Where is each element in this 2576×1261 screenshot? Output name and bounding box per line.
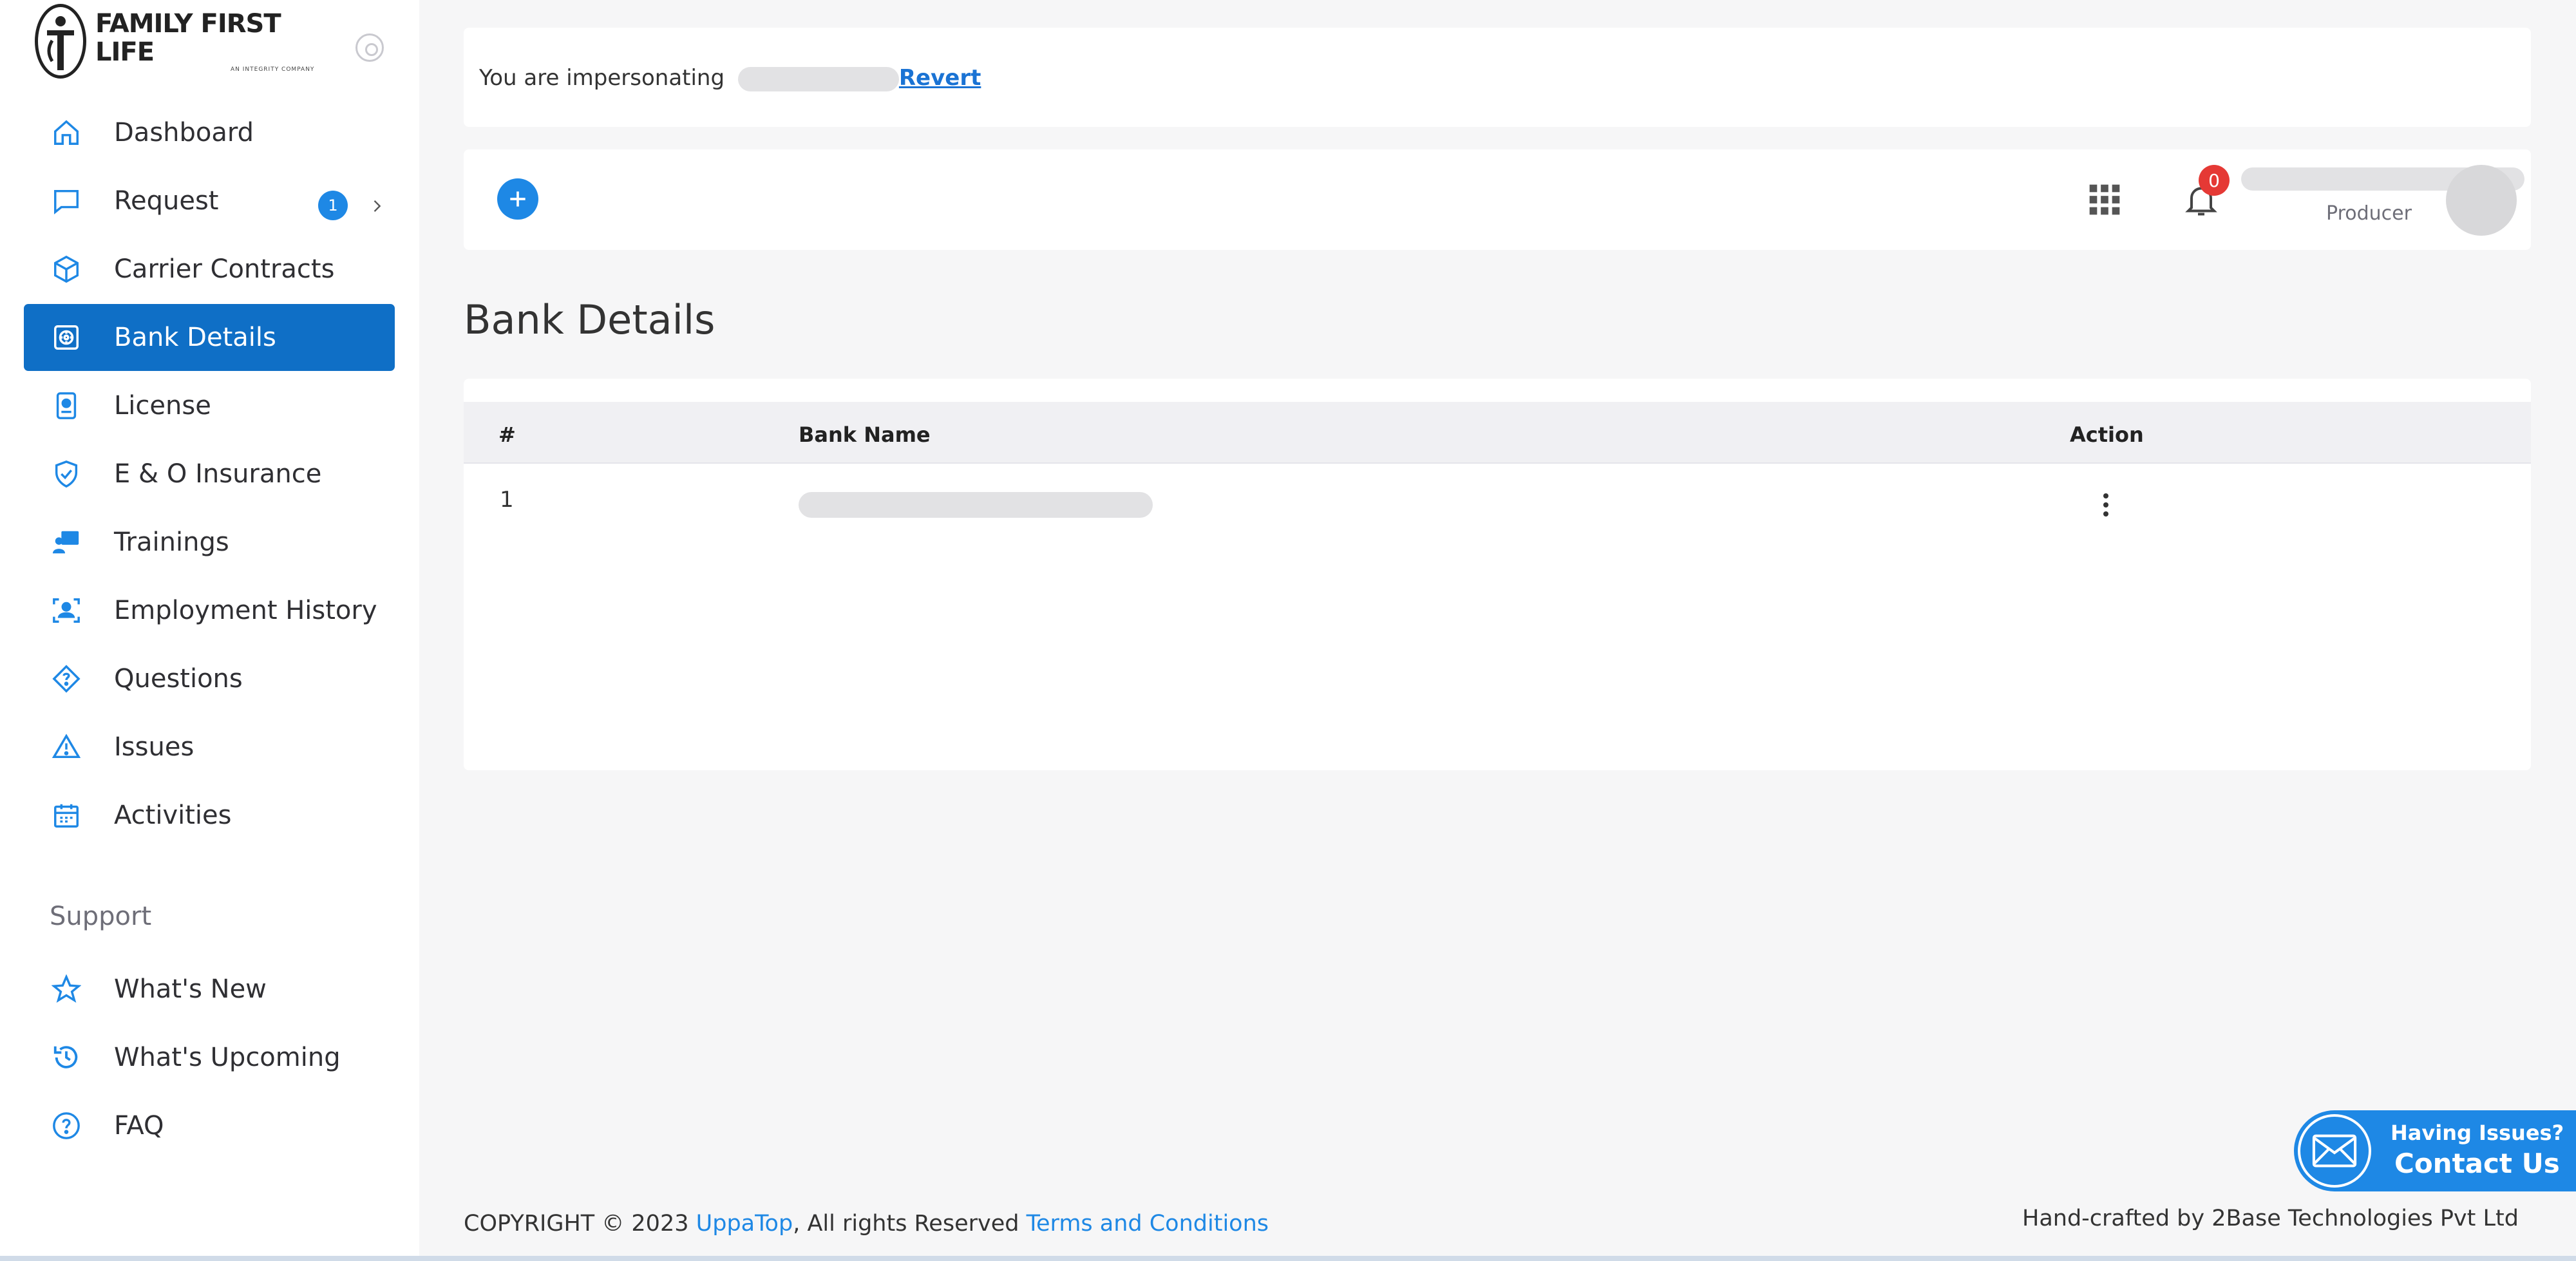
- mail-icon: [2298, 1114, 2371, 1188]
- sidebar-item-label: Activities: [114, 801, 232, 830]
- sidebar-item-questions[interactable]: Questions: [24, 645, 395, 712]
- sidebar-collapse-toggle[interactable]: [355, 33, 384, 62]
- warning-icon: [50, 730, 83, 764]
- calendar-icon: [50, 799, 83, 832]
- sidebar-item-faq[interactable]: FAQ: [24, 1092, 395, 1159]
- sidebar-item-request[interactable]: Request 1: [24, 167, 395, 234]
- sidebar-item-label: Issues: [114, 732, 194, 762]
- question-diamond-icon: [50, 662, 83, 696]
- redacted-username: [737, 66, 899, 91]
- sidebar-item-employment-history[interactable]: Employment History: [24, 577, 395, 644]
- user-role: Producer: [2326, 202, 2412, 225]
- sidebar-item-whats-upcoming[interactable]: What's Upcoming: [24, 1024, 395, 1091]
- home-icon: [50, 116, 83, 149]
- shield-icon: [50, 457, 83, 491]
- id-badge-icon: [50, 389, 83, 422]
- vault-icon: [50, 321, 83, 354]
- history-icon: [50, 1041, 83, 1074]
- training-icon: [50, 526, 83, 559]
- sidebar-item-label: Carrier Contracts: [114, 254, 335, 284]
- sidebar-item-license[interactable]: License: [24, 372, 395, 439]
- contact-line-1: Having Issues?: [2391, 1121, 2564, 1145]
- sidebar: FAMILY FIRST LIFE AN INTEGRITY COMPANY D…: [0, 0, 419, 1261]
- copyright-prefix: COPYRIGHT © 2023: [464, 1211, 696, 1237]
- brand-tagline: AN INTEGRITY COMPANY: [231, 66, 315, 73]
- chevron-right-icon: [368, 192, 386, 222]
- contact-us-widget[interactable]: Having Issues? Contact Us: [2294, 1110, 2576, 1191]
- sidebar-item-trainings[interactable]: Trainings: [24, 509, 395, 576]
- terms-link[interactable]: Terms and Conditions: [1027, 1211, 1269, 1237]
- support-nav: What's New What's Upcoming FAQ: [24, 956, 395, 1161]
- column-header-action: Action: [2070, 422, 2144, 447]
- row-index: 1: [500, 487, 514, 513]
- sidebar-item-label: License: [114, 391, 211, 421]
- sidebar-item-bank-details[interactable]: Bank Details: [24, 304, 395, 371]
- request-count-badge: 1: [318, 191, 348, 220]
- redacted-bank-name: [799, 492, 1153, 518]
- column-header-index: #: [498, 422, 516, 447]
- sidebar-item-issues[interactable]: Issues: [24, 714, 395, 781]
- help-circle-icon: [50, 1109, 83, 1142]
- notification-count-badge: 0: [2199, 165, 2230, 196]
- sidebar-item-label: Request: [114, 186, 219, 216]
- impersonation-banner: You are impersonating Revert: [464, 28, 2531, 127]
- bank-details-table: # Bank Name Action 1: [464, 379, 2531, 770]
- sidebar-item-label: FAQ: [114, 1111, 164, 1141]
- sidebar-item-label: E & O Insurance: [114, 459, 322, 489]
- sidebar-item-carrier-contracts[interactable]: Carrier Contracts: [24, 236, 395, 303]
- rights-text: , All rights Reserved: [793, 1211, 1027, 1237]
- page-title: Bank Details: [464, 296, 715, 343]
- person-frame-icon: [50, 594, 83, 627]
- window-bottom-border: [0, 1256, 2576, 1261]
- sidebar-item-eo-insurance[interactable]: E & O Insurance: [24, 441, 395, 507]
- top-bar: 0 Producer: [464, 149, 2531, 250]
- sidebar-item-label: Bank Details: [114, 323, 276, 352]
- sidebar-item-label: What's Upcoming: [114, 1043, 341, 1072]
- contact-line-2: Contact Us: [2394, 1148, 2560, 1179]
- sidebar-item-label: Questions: [114, 664, 243, 694]
- chat-bubble-icon: [50, 184, 83, 218]
- sidebar-item-dashboard[interactable]: Dashboard: [24, 99, 395, 166]
- column-header-bank-name: Bank Name: [799, 422, 931, 447]
- copyright-text: COPYRIGHT © 2023 UppaTop, All rights Res…: [464, 1211, 1269, 1237]
- table-header: # Bank Name Action: [464, 402, 2531, 464]
- family-first-logo-icon: [35, 4, 86, 79]
- sidebar-item-label: Dashboard: [114, 118, 254, 147]
- plus-icon: [510, 191, 526, 207]
- sidebar-item-activities[interactable]: Activities: [24, 782, 395, 849]
- add-button[interactable]: [497, 178, 538, 220]
- impersonation-message: You are impersonating Revert: [479, 65, 981, 91]
- revert-link[interactable]: Revert: [899, 65, 981, 91]
- company-link[interactable]: UppaTop: [696, 1211, 793, 1237]
- sidebar-item-label: What's New: [114, 974, 267, 1004]
- star-icon: [50, 972, 83, 1006]
- sidebar-item-label: Trainings: [114, 527, 229, 557]
- apps-grid-icon[interactable]: [2087, 182, 2123, 220]
- credits-text: Hand-crafted by 2Base Technologies Pvt L…: [2022, 1206, 2519, 1231]
- impersonation-text: You are impersonating: [479, 65, 725, 91]
- brand-name: FAMILY FIRST LIFE: [95, 9, 281, 67]
- box-icon: [50, 252, 83, 286]
- more-actions-icon[interactable]: [2102, 492, 2110, 520]
- sidebar-item-whats-new[interactable]: What's New: [24, 956, 395, 1023]
- sidebar-item-label: Employment History: [114, 596, 377, 625]
- avatar[interactable]: [2446, 165, 2517, 236]
- sidebar-nav: Dashboard Request 1 Carrier Contracts Ba…: [24, 99, 395, 850]
- support-section-label: Support: [50, 902, 152, 931]
- brand-logo[interactable]: FAMILY FIRST LIFE AN INTEGRITY COMPANY: [35, 4, 325, 79]
